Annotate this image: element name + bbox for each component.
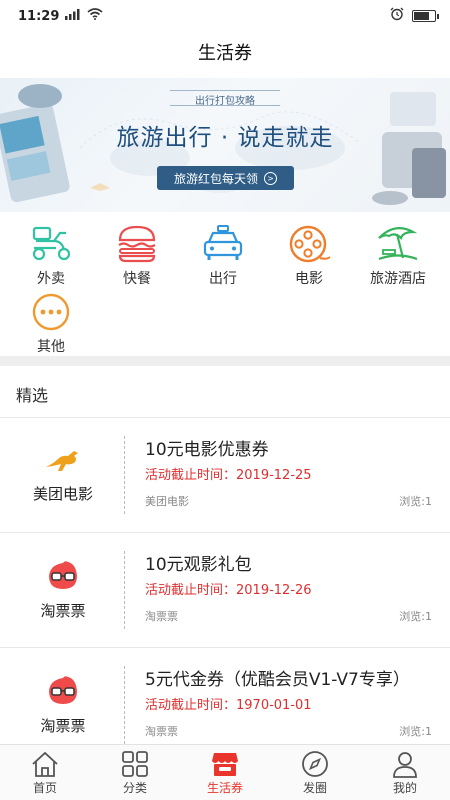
banner-cta-label: 旅游红包每天领 [173,171,258,186]
travel-banner[interactable]: 出行打包攻略 旅游出行 · 说走就走 旅游红包每天领 > [0,78,450,212]
category-travel[interactable]: 出行 [180,224,266,290]
category-label: 快餐 [123,271,151,287]
tab-profile[interactable]: 我的 [360,745,450,800]
coupon-deadline: 活动截止时间：2019-12-25 [145,468,312,483]
coupon-card[interactable]: 淘票票 10元观影礼包 活动截止时间：2019-12-26 淘票票 浏览:1 [0,533,450,647]
dashed-divider [124,436,125,514]
store-icon [212,752,238,776]
category-grid: 外卖 快餐 出行 电影 旅游酒店 其他 [0,218,450,356]
coupon-brand-name: 美团电影 [32,484,93,503]
coupon-views: 浏览:1 [399,495,432,508]
coupon-title: 5元代金券（优酷会员V1-V7专享） [145,670,410,690]
user-icon [393,751,417,778]
coupon-title: 10元电影优惠券 [145,440,269,460]
tab-label: 发圈 [302,780,327,795]
dashed-divider [124,551,125,629]
taopiaopiao-logo-icon [49,675,77,704]
tab-label: 生活券 [206,780,243,795]
kangaroo-logo-icon [46,450,78,471]
category-hotel[interactable]: 旅游酒店 [352,224,444,290]
compass-icon [302,750,328,777]
banner-subtitle: 出行打包攻略 [195,96,255,107]
tab-moments[interactable]: 发圈 [270,745,360,800]
section-title: 精选 [16,386,49,405]
category-movie[interactable]: 电影 [266,224,352,290]
coupon-title: 10元观影礼包 [145,555,252,575]
burger-icon [118,225,156,263]
taxi-icon [203,225,243,260]
category-label: 外卖 [37,271,65,287]
tab-label: 分类 [122,780,147,795]
category-label: 旅游酒店 [370,271,426,287]
tab-home[interactable]: 首页 [0,745,90,800]
coupon-card[interactable]: 美团电影 10元电影优惠券 活动截止时间：2019-12-25 美团电影 浏览:… [0,418,450,532]
tab-label: 我的 [392,780,417,795]
dashed-divider [124,666,125,744]
banner-cta-button[interactable]: 旅游红包每天领 > [157,166,294,190]
film-reel-icon [289,225,331,263]
category-other[interactable]: 其他 [8,292,94,358]
signal-icon [65,8,81,24]
status-bar: 11:29 [0,0,450,32]
page-title-bar: 生活券 [0,32,450,72]
alarm-icon [390,7,404,25]
tab-life-coupons[interactable]: 生活券 [180,745,270,800]
coupon-shop: 淘票票 [145,725,178,738]
coupon-views: 浏览:1 [399,610,432,623]
home-icon [32,751,58,777]
coupon-deadline: 活动截止时间：1970-01-01 [145,698,312,713]
tab-category[interactable]: 分类 [90,745,180,800]
arrow-right-icon: > [264,171,277,185]
category-takeout[interactable]: 外卖 [8,224,94,290]
status-time: 11:29 [18,8,60,24]
coupon-brand-name: 淘票票 [40,601,86,620]
bottom-tab-bar: 首页 分类 生活券 发圈 我的 [0,744,450,800]
coupon-shop: 美团电影 [145,495,189,508]
coupon-brand-block: 淘票票 [0,533,126,647]
tab-label: 首页 [32,780,57,795]
battery-icon [412,10,439,22]
scooter-icon [32,226,71,261]
coupon-views: 浏览:1 [399,725,432,738]
category-label: 电影 [295,271,323,287]
coupon-shop: 淘票票 [145,610,178,623]
category-label: 出行 [209,271,237,287]
wifi-icon [87,8,103,24]
category-label: 其他 [37,339,65,355]
taopiaopiao-logo-icon [49,560,77,589]
section-divider [0,356,450,366]
category-fastfood[interactable]: 快餐 [94,224,180,290]
page-title: 生活券 [198,43,252,64]
beach-umbrella-icon [378,227,418,261]
coupon-brand-name: 淘票票 [40,716,86,735]
grid-icon [122,750,148,777]
coupon-deadline: 活动截止时间：2019-12-26 [145,583,312,598]
coupon-brand-block: 美团电影 [0,418,126,532]
battery-level [414,12,429,20]
more-dots-icon [32,293,70,331]
banner-headline: 旅游出行 · 说走就走 [116,125,334,151]
